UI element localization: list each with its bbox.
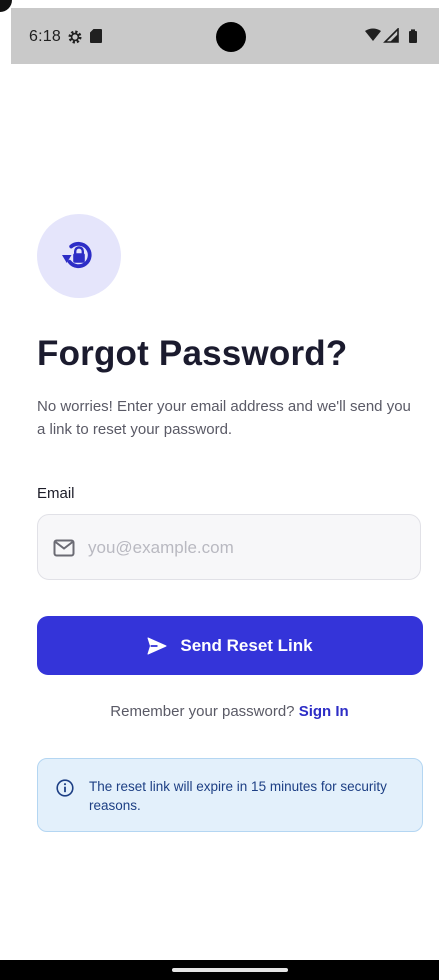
page-title: Forgot Password? (37, 334, 348, 373)
mail-icon (53, 539, 75, 557)
email-input[interactable] (88, 534, 408, 562)
email-label: Email (37, 485, 75, 502)
info-icon (56, 779, 74, 797)
page-subtitle: No worries! Enter your email address and… (37, 398, 411, 438)
wifi-icon (365, 28, 381, 41)
email-field[interactable] (37, 514, 421, 580)
home-indicator[interactable] (172, 968, 288, 972)
camera-cutout (216, 22, 246, 52)
battery-icon (409, 29, 417, 43)
info-notice: The reset link will expire in 15 minutes… (37, 758, 423, 832)
send-icon (147, 637, 167, 654)
lock-reset-badge (37, 214, 121, 298)
status-time: 6:18 (29, 28, 61, 45)
signal-icon (383, 28, 399, 43)
info-text: The reset link will expire in 15 minutes… (89, 779, 387, 813)
signin-prompt: Remember your password? (110, 703, 295, 720)
sd-card-icon (90, 29, 102, 43)
status-bar: 6:18 (11, 8, 439, 64)
connectivity-icons (365, 28, 417, 43)
lock-reset-icon (62, 241, 92, 269)
send-button-label: Send Reset Link (180, 635, 313, 655)
sign-in-link[interactable]: Sign In (299, 703, 349, 720)
navigation-bar (0, 960, 439, 980)
signin-prompt-row: Remember your password? Sign In (0, 703, 439, 720)
gear-icon (68, 30, 82, 44)
send-reset-link-button[interactable]: Send Reset Link (37, 616, 423, 675)
